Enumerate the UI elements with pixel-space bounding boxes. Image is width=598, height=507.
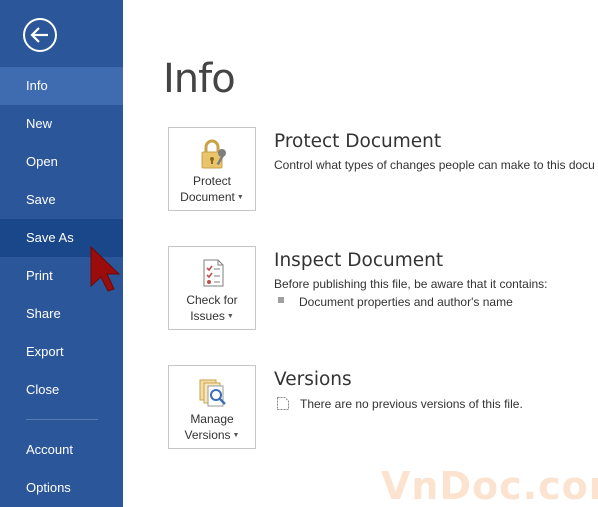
sidebar-item-account[interactable]: Account — [0, 431, 123, 469]
inspect-document-bullet: Document properties and author's name — [299, 295, 513, 309]
document-icon — [277, 397, 289, 410]
protect-document-button[interactable]: Protect Document ▼ — [168, 127, 256, 211]
sidebar-item-info[interactable]: Info — [0, 67, 123, 105]
sidebar-item-new[interactable]: New — [0, 105, 123, 143]
lock-key-icon — [201, 139, 226, 169]
protect-document-description: Control what types of changes people can… — [274, 158, 595, 172]
sidebar-item-export[interactable]: Export — [0, 333, 123, 371]
check-for-issues-label: Check for Issues ▼ — [186, 293, 238, 323]
back-arrow-icon[interactable] — [22, 17, 58, 53]
sidebar-item-save[interactable]: Save — [0, 181, 123, 219]
sidebar-item-open[interactable]: Open — [0, 143, 123, 181]
sidebar-item-options[interactable]: Options — [0, 469, 123, 507]
sidebar-item-close[interactable]: Close — [0, 371, 123, 409]
check-for-issues-button[interactable]: Check for Issues ▼ — [168, 246, 256, 330]
checklist-icon — [203, 259, 224, 287]
inspect-document-description: Before publishing this file, be aware th… — [274, 277, 548, 291]
manage-versions-button[interactable]: Manage Versions ▼ — [168, 365, 256, 449]
versions-note: There are no previous versions of this f… — [300, 397, 523, 411]
sidebar-divider — [26, 419, 98, 420]
sidebar-item-share[interactable]: Share — [0, 295, 123, 333]
protect-document-title: Protect Document — [274, 131, 442, 152]
inspect-document-title: Inspect Document — [274, 250, 444, 271]
bullet-marker — [278, 297, 284, 303]
versions-title: Versions — [274, 369, 352, 390]
document-search-icon — [199, 379, 226, 407]
mouse-pointer-icon — [90, 245, 121, 292]
protect-document-label: Protect Document ▼ — [180, 174, 244, 204]
watermark: VnDoc.com — [381, 464, 598, 507]
page-title: Info — [163, 56, 236, 102]
manage-versions-label: Manage Versions ▼ — [184, 412, 240, 442]
